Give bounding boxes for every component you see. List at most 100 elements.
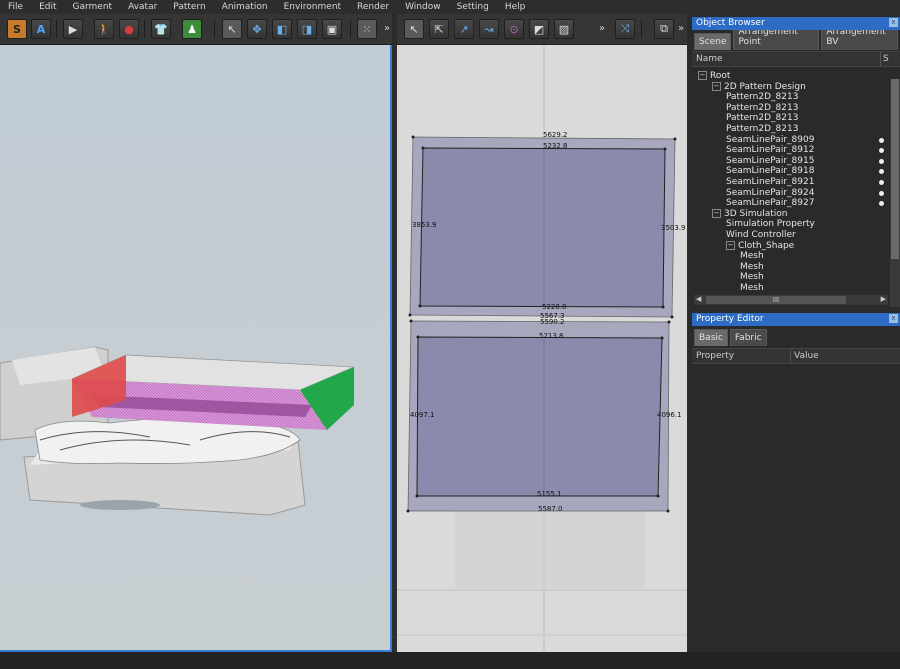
scroll-thumb-h[interactable]: III: [706, 296, 846, 304]
tree-item[interactable]: SeamLinePair_8927: [692, 198, 900, 209]
grid-points-icon[interactable]: ⁙: [357, 19, 377, 39]
tab-basic[interactable]: Basic: [694, 329, 728, 346]
tree-item[interactable]: Pattern2D_8213: [692, 103, 900, 114]
tree-item[interactable]: SeamLinePair_8921: [692, 177, 900, 188]
sewing-icon[interactable]: ⧉: [654, 19, 674, 39]
toolbar-more-button[interactable]: »: [384, 23, 390, 34]
property-editor-tabs: Basic Fabric: [692, 326, 900, 346]
property-editor-title: Property Editor x: [692, 313, 900, 326]
close-icon[interactable]: x: [889, 314, 898, 323]
tree-horizontal-scrollbar[interactable]: ◀ III ▶: [694, 295, 888, 305]
animation-mode-button[interactable]: A: [31, 19, 51, 39]
tree-item-label: Pattern2D_8213: [726, 123, 799, 134]
visibility-dot-icon[interactable]: [879, 137, 884, 143]
pin-box-icon[interactable]: ▣: [322, 19, 342, 39]
tree-item[interactable]: −3D Simulation: [692, 208, 900, 220]
visibility-dot-icon[interactable]: [879, 158, 884, 164]
toolbar-more-button[interactable]: »: [678, 23, 684, 34]
tree-item[interactable]: Mesh: [692, 251, 900, 262]
scroll-thumb[interactable]: [891, 79, 899, 259]
segment-icon[interactable]: ⤨: [615, 19, 635, 39]
column-name[interactable]: Name: [692, 52, 881, 66]
tree-item-label: Mesh: [740, 261, 764, 272]
select-points-icon[interactable]: ⇱: [429, 19, 449, 39]
avatar-icon[interactable]: ♟: [182, 19, 202, 39]
visibility-dot-icon[interactable]: [879, 179, 884, 185]
tree-item[interactable]: Simulation Property: [692, 219, 900, 230]
menu-edit[interactable]: Edit: [31, 2, 64, 12]
fold-icon[interactable]: ◧: [272, 19, 292, 39]
tree-item-label: Root: [710, 71, 731, 81]
select-2d-icon[interactable]: ↖: [404, 19, 424, 39]
scroll-right-icon[interactable]: ▶: [881, 295, 886, 303]
visibility-dot-icon[interactable]: [879, 190, 884, 196]
play-icon[interactable]: ▶: [63, 19, 83, 39]
tree-item[interactable]: SeamLinePair_8909: [692, 135, 900, 146]
object-browser-panel: Object Browser x Scene Arrangement Point…: [692, 17, 900, 309]
tree-item[interactable]: − Cloth_Shape: [692, 240, 900, 252]
3d-viewport[interactable]: [0, 45, 392, 652]
tab-scene[interactable]: Scene: [694, 33, 732, 50]
tree-item[interactable]: −2D Pattern Design: [692, 81, 900, 93]
menu-file[interactable]: File: [0, 2, 31, 12]
tree-item[interactable]: Pattern2D_8213: [692, 92, 900, 103]
tree-item-label: Simulation Property: [726, 219, 815, 230]
tree-item[interactable]: SeamLinePair_8912: [692, 145, 900, 156]
select-icon[interactable]: ↖: [222, 19, 242, 39]
tree-item[interactable]: Pattern2D_8213: [692, 124, 900, 135]
tab-fabric[interactable]: Fabric: [729, 329, 767, 346]
tree-item[interactable]: Mesh: [692, 262, 900, 273]
tree-item[interactable]: SeamLinePair_8915: [692, 156, 900, 167]
menu-help[interactable]: Help: [497, 2, 534, 12]
dim-bottom-top-inner: 5213.8: [539, 332, 564, 340]
toolbar-more-button[interactable]: »: [599, 23, 605, 34]
tree-item[interactable]: Pattern2D_8213: [692, 113, 900, 124]
polygon-icon[interactable]: ◩: [529, 19, 549, 39]
tree-item[interactable]: − Root: [692, 71, 900, 82]
expand-collapse-icon[interactable]: −: [698, 71, 707, 80]
edit-curve-point-icon[interactable]: ↝: [479, 19, 499, 39]
rectangle-icon[interactable]: ▨: [554, 19, 574, 39]
simulation-mode-button[interactable]: S: [7, 19, 27, 39]
expand-collapse-icon[interactable]: −: [712, 208, 721, 218]
menu-animation[interactable]: Animation: [214, 2, 276, 12]
tree-item[interactable]: Mesh: [692, 283, 900, 294]
object-browser-tabs: Scene Arrangement Point Arrangement BV: [692, 23, 900, 50]
tree-item-label: SeamLinePair_8921: [726, 176, 815, 187]
tree-item[interactable]: Wind Controller: [692, 230, 900, 241]
column-property[interactable]: Property: [692, 349, 791, 363]
edit-curve-icon[interactable]: ↗: [454, 19, 474, 39]
record-icon[interactable]: ●: [119, 19, 139, 39]
menu-garment[interactable]: Garment: [65, 2, 121, 12]
toolbar-separator: [350, 20, 351, 38]
expand-collapse-icon[interactable]: −: [726, 240, 735, 250]
transform-pattern-icon[interactable]: ✥: [247, 19, 267, 39]
visibility-dot-icon[interactable]: [879, 148, 884, 154]
2d-pattern-viewport[interactable]: 5629.2 5232.8 3853.9 3503.9 5228.0 5567.…: [397, 45, 687, 652]
visibility-dot-icon[interactable]: [879, 201, 884, 207]
pattern-bottom-inner[interactable]: [416, 336, 663, 497]
menu-render[interactable]: Render: [349, 2, 397, 12]
scroll-left-icon[interactable]: ◀: [696, 295, 701, 303]
add-point-icon[interactable]: ⊙: [504, 19, 524, 39]
menu-environment[interactable]: Environment: [276, 2, 349, 12]
garment-icon[interactable]: 👕: [151, 19, 171, 39]
tree-item[interactable]: SeamLinePair_8918: [692, 166, 900, 177]
tree-item-label: Mesh: [740, 282, 764, 293]
walk-icon[interactable]: 🚶: [94, 19, 114, 39]
menu-avatar[interactable]: Avatar: [120, 2, 165, 12]
pattern-top-inner[interactable]: [419, 147, 666, 308]
tree-item[interactable]: SeamLinePair_8924: [692, 188, 900, 199]
tree-item-label: Cloth_Shape: [738, 240, 795, 251]
visibility-dot-icon[interactable]: [879, 169, 884, 175]
tree-vertical-scrollbar[interactable]: [890, 79, 900, 307]
menu-pattern[interactable]: Pattern: [165, 2, 213, 12]
menu-setting[interactable]: Setting: [449, 2, 497, 12]
tree-item[interactable]: Mesh: [692, 272, 900, 283]
close-icon[interactable]: x: [889, 18, 898, 27]
expand-collapse-icon[interactable]: −: [712, 81, 721, 91]
column-value[interactable]: Value: [791, 349, 819, 363]
column-s[interactable]: S: [881, 52, 889, 66]
menu-window[interactable]: Window: [397, 2, 449, 12]
fold-arrange-icon[interactable]: ◨: [297, 19, 317, 39]
